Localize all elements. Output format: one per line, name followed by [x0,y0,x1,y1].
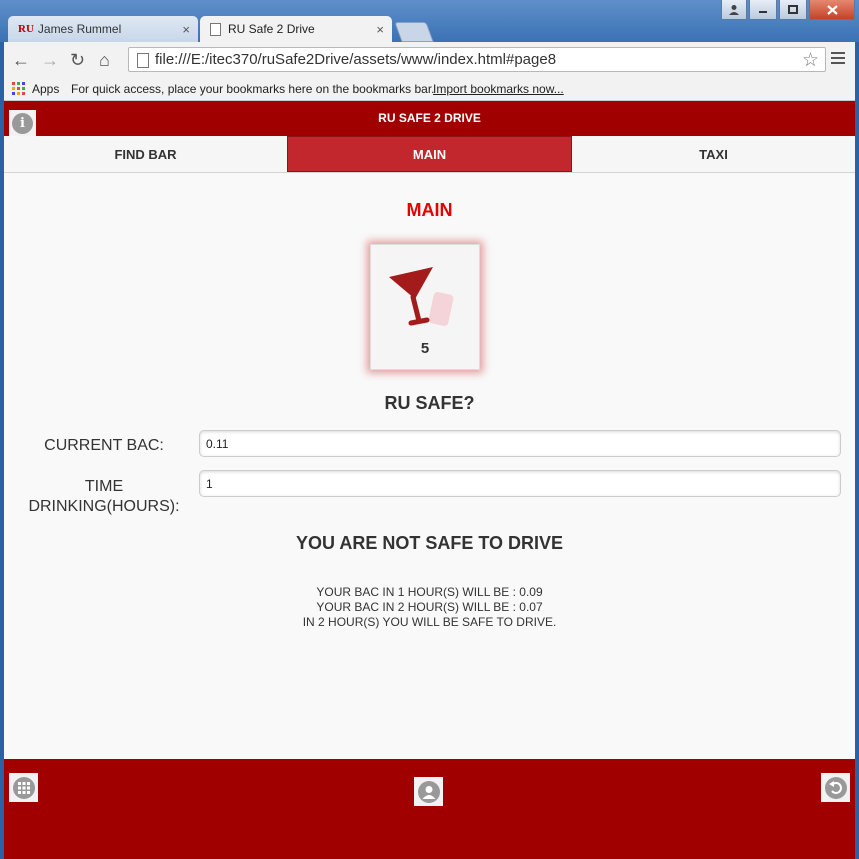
home-icon[interactable]: ⌂ [99,50,110,71]
reload-icon[interactable]: ↻ [70,50,85,71]
tab-close-icon[interactable]: × [376,22,384,37]
back-button[interactable] [821,773,850,802]
app-title: RU SAFE 2 DRIVE [378,111,481,125]
apps-grid-icon[interactable] [12,82,25,95]
nav-main[interactable]: MAIN [287,136,572,172]
menu-icon[interactable] [831,52,845,67]
app-footer [4,759,855,859]
back-icon [824,776,847,799]
projection-line: YOUR BAC IN 1 HOUR(S) WILL BE : 0.09 [316,585,543,599]
time-drinking-label: TIME DRINKING(HOURS): [14,477,194,517]
app-navbar: FIND BAR MAIN TAXI [4,136,855,173]
bookmarks-hint: For quick access, place your bookmarks h… [71,82,435,96]
grid-icon [12,776,35,799]
page-icon [137,53,149,68]
address-bar[interactable]: file:///E:/itec370/ruSafe2Drive/assets/w… [128,47,826,72]
grid-button[interactable] [9,773,38,802]
tab-ru-safe-2-drive[interactable]: RU Safe 2 Drive × [200,16,392,42]
profile-button[interactable] [414,777,443,806]
window-titlebar: RU James Rummel × RU Safe 2 Drive × [0,0,859,42]
current-bac-input[interactable] [199,430,841,457]
close-window-button[interactable] [809,0,855,20]
maximize-button[interactable] [779,0,807,20]
time-label-line-1: TIME [84,478,124,495]
projection-line: YOUR BAC IN 2 HOUR(S) WILL BE : 0.07 [316,600,543,614]
current-bac-label: CURRENT BAC: [44,437,164,454]
safety-status: YOU ARE NOT SAFE TO DRIVE [295,533,564,553]
new-tab-button[interactable] [394,22,434,42]
projection-line: IN 2 HOUR(S) YOU WILL BE SAFE TO DRIVE. [302,615,557,629]
time-drinking-input[interactable] [199,470,841,497]
time-label-line-2: DRINKING(HOURS): [28,498,180,515]
star-icon[interactable]: ☆ [802,49,819,72]
bac-projection: YOUR BAC IN 1 HOUR(S) WILL BE : 0.09 YOU… [4,585,855,630]
drink-count: 5 [420,340,430,357]
tab-james-rummel[interactable]: RU James Rummel × [8,16,198,42]
ru-favicon-icon: RU [18,23,34,35]
apps-link[interactable]: Apps [32,82,59,96]
forward-arrow-icon[interactable]: → [41,50,59,71]
drink-counter-button[interactable]: 5 [370,244,480,370]
minimize-button[interactable] [749,0,777,20]
ru-safe-heading: RU SAFE? [384,393,475,413]
martini-icon [389,267,454,326]
import-bookmarks-link[interactable]: Import bookmarks now... [433,82,564,96]
page-heading: MAIN [406,200,453,220]
tab-title: James Rummel [37,22,122,36]
url-text: file:///E:/itec370/ruSafe2Drive/assets/w… [155,51,557,68]
user-icon [417,780,440,803]
nav-taxi[interactable]: TAXI [572,136,855,172]
bookmarks-bar: Apps For quick access, place your bookma… [4,78,855,101]
tab-close-icon[interactable]: × [182,22,190,37]
user-profile-icon[interactable] [721,0,747,20]
app-page: i RU SAFE 2 DRIVE FIND BAR MAIN TAXI MAI… [4,101,855,859]
nav-find-bar[interactable]: FIND BAR [4,136,287,172]
back-arrow-icon[interactable]: ← [12,50,30,71]
browser-toolbar: ← → ↻ ⌂ file:///E:/itec370/ruSafe2Drive/… [4,42,855,78]
page-icon [210,22,221,36]
tab-title: RU Safe 2 Drive [228,22,315,36]
app-header: i RU SAFE 2 DRIVE [4,101,855,137]
